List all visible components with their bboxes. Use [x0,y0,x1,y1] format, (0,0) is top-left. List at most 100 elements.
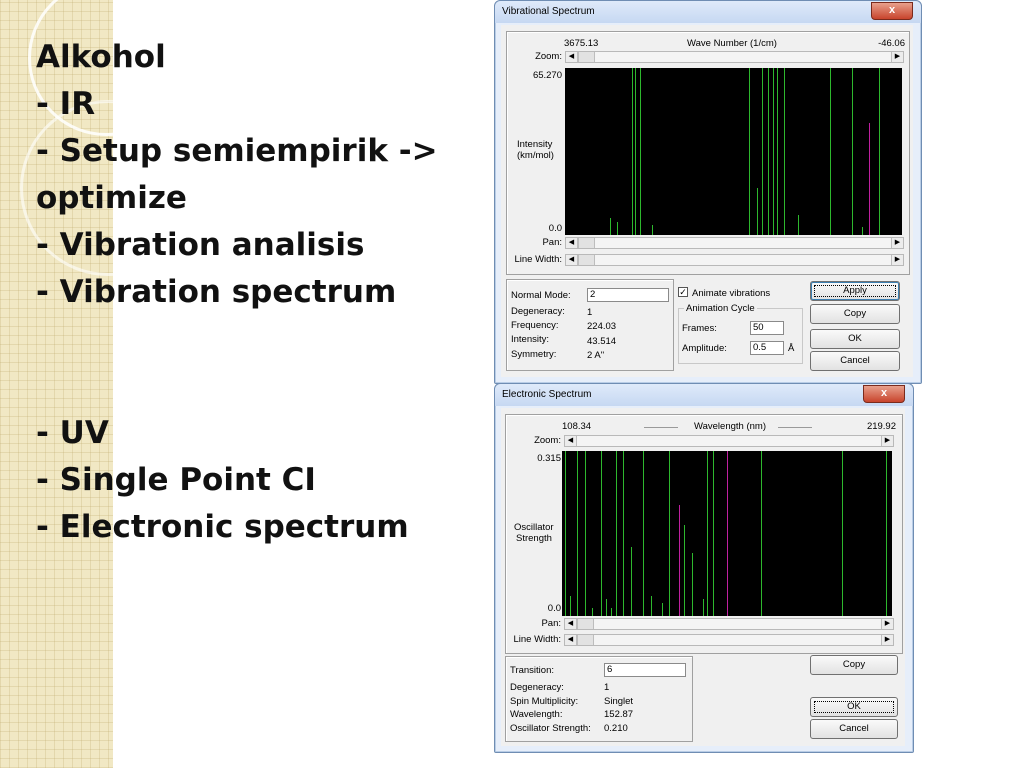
zoom-scrollbar[interactable]: ◀ ▶ [564,435,894,447]
spectrum-peak[interactable] [640,68,641,235]
spectrum-peak[interactable] [798,215,799,235]
amplitude-input[interactable]: 0.5 [750,341,784,355]
spectrum-peak[interactable] [757,188,758,235]
ok-button[interactable]: OK [810,329,900,349]
spectrum-peak[interactable] [601,451,602,616]
slide-line: - Vibration spectrum [36,274,397,310]
spectrum-peak[interactable] [852,68,853,235]
spectrum-peak[interactable] [692,553,693,616]
normal-mode-input[interactable]: 2 [587,288,669,302]
spectrum-panel: 108.34 Wavelength (nm) 219.92 Zoom: ◀ ▶ … [505,414,903,654]
cancel-button[interactable]: Cancel [810,351,900,371]
scroll-right-icon[interactable]: ▶ [891,52,903,62]
spectrum-peak[interactable] [768,68,769,235]
scroll-thumb[interactable] [577,635,594,645]
scroll-right-icon[interactable]: ▶ [881,619,893,629]
scroll-thumb[interactable] [578,255,595,265]
spectrum-peak[interactable] [652,225,653,235]
scroll-left-icon[interactable]: ◀ [566,52,578,62]
selected-peak[interactable] [869,123,870,235]
spectrum-peak[interactable] [610,218,611,235]
transition-label: Transition: [510,665,554,676]
oscillator-strength-value: 0.210 [604,723,628,734]
zoom-scrollbar[interactable]: ◀ ▶ [565,51,904,63]
scroll-right-icon[interactable]: ▶ [891,238,903,248]
pan-scrollbar[interactable]: ◀ ▶ [564,618,894,630]
selected-peak[interactable] [679,505,680,616]
scroll-left-icon[interactable]: ◀ [566,238,578,248]
spectrum-peak[interactable] [623,451,624,616]
scroll-right-icon[interactable]: ▶ [881,635,893,645]
spectrum-peak[interactable] [606,599,607,616]
spectrum-peak[interactable] [862,227,863,235]
spectrum-peak[interactable] [651,596,652,616]
spectrum-peak[interactable] [761,451,762,616]
axis-title: Wavelength (nm) [694,421,766,432]
frequency-value: 224.03 [587,321,617,332]
y-axis-label-2: Strength [516,533,552,544]
spectrum-peak[interactable] [643,451,644,616]
line-width-scrollbar[interactable]: ◀ ▶ [565,254,904,266]
zoom-label: Zoom: [535,51,562,62]
frequency-label: Frequency: [511,320,559,331]
intensity-value: 43.514 [587,336,617,347]
cancel-button[interactable]: Cancel [810,719,898,739]
ok-button[interactable]: OK [810,697,898,717]
y-min-label: 0.0 [548,223,562,234]
pan-scrollbar[interactable]: ◀ ▶ [565,237,904,249]
scroll-thumb[interactable] [577,619,594,629]
scroll-right-icon[interactable]: ▶ [891,255,903,265]
axis-title: Wave Number (1/cm) [687,38,777,49]
spectrum-peak[interactable] [616,451,617,616]
selected-peak[interactable] [727,451,728,616]
checkmark-icon: ✓ [679,287,687,297]
spectrum-peak[interactable] [631,547,632,616]
frames-input[interactable]: 50 [750,321,784,335]
scroll-left-icon[interactable]: ◀ [565,619,577,629]
scroll-thumb[interactable] [578,52,595,62]
zoom-label: Zoom: [534,435,561,446]
scroll-right-icon[interactable]: ▶ [881,436,893,446]
spectrum-peak[interactable] [703,599,704,616]
spectrum-peak[interactable] [879,68,880,235]
spectrum-peak[interactable] [713,451,714,616]
scroll-left-icon[interactable]: ◀ [565,635,577,645]
copy-button[interactable]: Copy [810,655,898,675]
spectrum-peak[interactable] [749,68,750,235]
copy-button[interactable]: Copy [810,304,900,324]
spectrum-peak[interactable] [762,68,763,235]
spectrum-peak[interactable] [635,68,636,235]
spectrum-peak[interactable] [669,451,670,616]
spectrum-peak[interactable] [684,525,685,616]
spectrum-peak[interactable] [585,451,586,616]
line-width-scrollbar[interactable]: ◀ ▶ [564,634,894,646]
spectrum-peak[interactable] [886,451,887,616]
spectrum-peak[interactable] [773,68,774,235]
y-max-label: 65.270 [532,70,562,81]
close-button[interactable]: x [863,385,905,403]
spectrum-peak[interactable] [830,68,831,235]
spectrum-peak[interactable] [577,451,578,616]
close-button[interactable]: x [871,2,913,20]
spectrum-peak[interactable] [777,68,778,235]
spectrum-peak[interactable] [662,603,663,616]
scroll-left-icon[interactable]: ◀ [566,255,578,265]
spectrum-peak[interactable] [632,68,633,235]
y-axis-label-1: Intensity [517,139,553,150]
spectrum-peak[interactable] [617,222,618,235]
spectrum-peak[interactable] [611,608,612,616]
animate-vibrations-checkbox[interactable]: ✓ [678,287,688,297]
spectrum-peak[interactable] [592,608,593,616]
electronic-spectrum-plot[interactable] [562,451,892,616]
apply-button[interactable]: Apply [810,281,900,301]
spectrum-peak[interactable] [784,68,785,235]
scroll-thumb[interactable] [578,238,595,248]
transition-input[interactable]: 6 [604,663,686,677]
spectrum-peak[interactable] [570,596,571,616]
scroll-left-icon[interactable]: ◀ [565,436,577,446]
vibrational-spectrum-plot[interactable] [565,68,902,235]
spectrum-peak[interactable] [842,451,843,616]
spectrum-peak[interactable] [565,451,566,616]
axis-divider [778,427,812,428]
spectrum-peak[interactable] [707,451,708,616]
